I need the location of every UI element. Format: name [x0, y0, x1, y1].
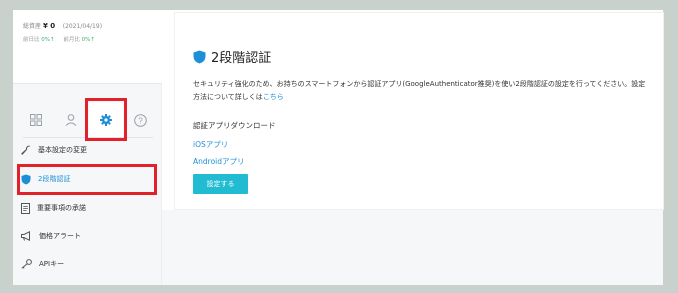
- svg-text:?: ?: [138, 116, 143, 125]
- key-icon: [21, 259, 32, 269]
- shield-icon: [193, 50, 206, 63]
- tab-profile[interactable]: [54, 103, 88, 137]
- sidebar-item-label: 重要事項の承諾: [37, 204, 86, 212]
- settings-tab-highlight: [85, 98, 127, 141]
- ios-app-link[interactable]: iOSアプリ: [193, 139, 228, 150]
- sidebar-item-label: APIキー: [39, 260, 65, 268]
- balance-date: (2021/04/19): [62, 23, 103, 30]
- day-change-label: 前日比: [23, 37, 40, 43]
- balance-value: ¥ 0: [42, 22, 56, 30]
- month-change-label: 前月比: [63, 37, 80, 43]
- description: セキュリティ強化のため、お持ちのスマートフォンから認証アプリ(GoogleAut…: [193, 78, 651, 104]
- two-factor-item-highlight: [17, 164, 157, 195]
- balance-line: 総資産 ¥ 0 (2021/04/19): [23, 21, 102, 30]
- tab-help[interactable]: ?: [123, 103, 157, 137]
- day-change-value: 0%↑: [41, 37, 55, 43]
- page-title-text: 2段階認証: [211, 51, 272, 66]
- download-heading: 認証アプリダウンロード: [193, 121, 276, 130]
- main-panel: 2段階認証 セキュリティ強化のため、お持ちのスマートフォンから認証アプリ(Goo…: [175, 13, 663, 209]
- change-line: 前日比 0%↑ 前月比 0%↑: [23, 35, 95, 43]
- balance-label: 総資産: [23, 23, 42, 30]
- sidebar-item-label: 基本設定の変更: [38, 146, 87, 154]
- grid-icon: [30, 114, 42, 126]
- page-frame: 総資産 ¥ 0 (2021/04/19) 前日比 0%↑ 前月比 0%↑ ? 基…: [13, 10, 663, 285]
- android-app-link[interactable]: Androidアプリ: [193, 156, 245, 167]
- setup-button[interactable]: 設定する: [193, 174, 248, 194]
- month-change-value: 0%↑: [81, 37, 95, 43]
- sidebar: 総資産 ¥ 0 (2021/04/19) 前日比 0%↑ 前月比 0%↑ ? 基…: [13, 10, 162, 285]
- user-icon: [65, 114, 77, 126]
- help-icon: ?: [133, 113, 147, 127]
- sidebar-item-important-terms[interactable]: 重要事項の承諾: [21, 198, 156, 218]
- megaphone-icon: [21, 231, 30, 241]
- sidebar-item-label: 価格アラート: [39, 232, 81, 240]
- document-icon: [21, 202, 30, 214]
- sidebar-item-api-key[interactable]: APIキー: [21, 254, 156, 274]
- sidebar-item-price-alert[interactable]: 価格アラート: [21, 226, 156, 246]
- account-summary: 総資産 ¥ 0 (2021/04/19) 前日比 0%↑ 前月比 0%↑: [13, 10, 162, 84]
- details-link[interactable]: こちら: [263, 93, 284, 101]
- tab-dashboard[interactable]: [19, 103, 53, 137]
- sidebar-item-basic-settings[interactable]: 基本設定の変更: [21, 140, 156, 160]
- page-title: 2段階認証: [193, 47, 271, 66]
- description-text: セキュリティ強化のため、お持ちのスマートフォンから認証アプリ(GoogleAut…: [193, 80, 646, 101]
- main-background: [162, 210, 663, 285]
- wrench-icon: [21, 145, 30, 155]
